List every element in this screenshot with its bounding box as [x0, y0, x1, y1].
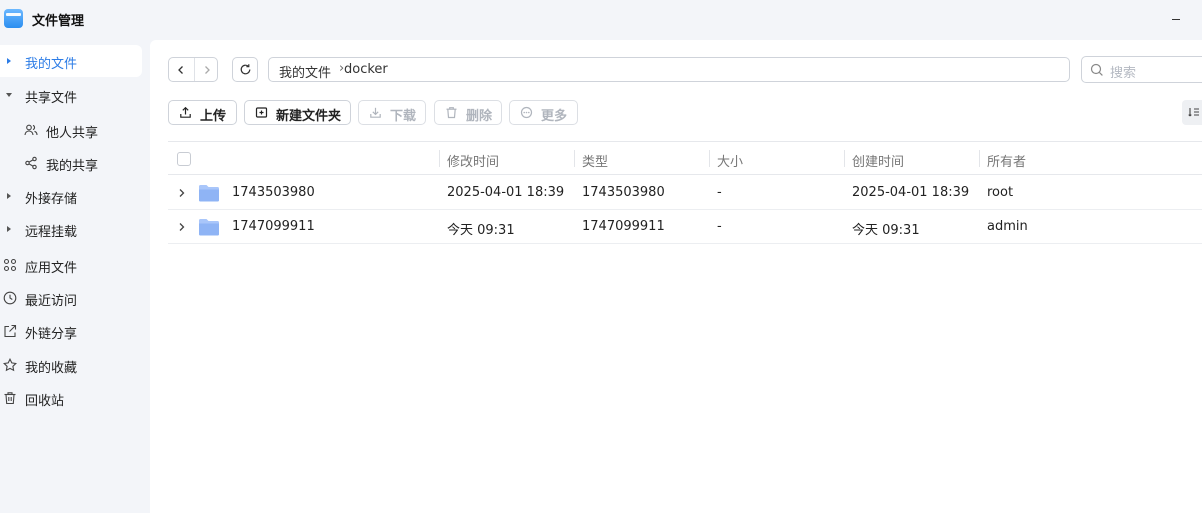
table-row[interactable]: 1743503980 2025-04-01 18:39 1743503980 -… [168, 176, 1202, 210]
table-row[interactable]: 1747099911 今天 09:31 1747099911 - 今天 09:3… [168, 210, 1202, 244]
main-panel: 我的文件 › docker 搜索 上传 新建文件夹 下载 删除 更多 修改时间 … [150, 40, 1202, 513]
sidebar-item-favorites[interactable]: 我的收藏 [0, 349, 142, 381]
chevron-right-icon[interactable] [178, 188, 186, 198]
trash-icon [446, 107, 457, 119]
new-folder-label: 新建文件夹 [276, 109, 342, 124]
upload-label: 上传 [200, 109, 227, 124]
folder-icon [199, 219, 219, 236]
apps-grid-icon [3, 258, 17, 272]
file-name[interactable]: 1747099911 [232, 219, 315, 234]
sidebar-item-recent[interactable]: 最近访问 [0, 282, 142, 314]
external-share-icon [4, 324, 17, 338]
column-divider[interactable] [979, 150, 980, 167]
minimize-button[interactable] [1170, 12, 1184, 26]
upload-button[interactable]: 上传 [168, 100, 237, 125]
history-nav [168, 57, 218, 82]
column-divider[interactable] [439, 150, 440, 167]
download-button[interactable]: 下载 [358, 100, 426, 125]
column-header-type[interactable]: 类型 [582, 151, 608, 170]
app-logo-icon [4, 9, 23, 28]
sidebar-item-shared-by-others[interactable]: 他人共享 [0, 114, 142, 146]
sidebar-item-label: 应用文件 [25, 261, 78, 276]
created-time: 2025-04-01 18:39 [852, 185, 970, 200]
sidebar-item-label: 回收站 [25, 394, 65, 409]
sidebar-item-my-shares[interactable]: 我的共享 [0, 147, 142, 179]
sidebar-item-label: 外接存储 [25, 192, 78, 207]
column-header-size[interactable]: 大小 [717, 151, 743, 170]
star-icon [3, 358, 17, 372]
more-button[interactable]: 更多 [509, 100, 578, 125]
sidebar-item-external-storage[interactable]: 外接存储 [0, 180, 142, 212]
sidebar-item-label: 远程挂载 [25, 225, 78, 240]
sidebar-item-label: 我的文件 [25, 57, 78, 72]
column-header-owner[interactable]: 所有者 [987, 151, 1026, 170]
sidebar-item-label: 最近访问 [25, 294, 78, 309]
owner: admin [987, 219, 1028, 234]
refresh-button[interactable] [232, 57, 258, 82]
column-divider[interactable] [574, 150, 575, 167]
delete-button[interactable]: 删除 [434, 100, 502, 125]
modified-time: 今天 09:31 [447, 223, 515, 238]
new-folder-icon [255, 107, 268, 118]
sidebar-item-remote-mount[interactable]: 远程挂载 [0, 213, 142, 245]
file-size: - [717, 219, 722, 234]
table-header: 修改时间 类型 大小 创建时间 所有者 [168, 141, 1202, 175]
chevron-right-icon[interactable] [178, 222, 186, 232]
file-size: - [717, 185, 722, 200]
caret-right-icon[interactable] [7, 193, 11, 199]
delete-label: 删除 [466, 109, 493, 124]
share-nodes-icon [25, 156, 37, 170]
column-divider[interactable] [709, 150, 710, 167]
upload-icon [180, 106, 191, 118]
app-title: 文件管理 [32, 14, 85, 29]
refresh-icon [240, 64, 250, 75]
sidebar-item-shared-files[interactable]: 共享文件 [0, 79, 142, 111]
file-type: 1747099911 [582, 219, 665, 234]
search-placeholder: 搜索 [1110, 66, 1137, 81]
sidebar-item-link-share[interactable]: 外链分享 [0, 315, 142, 347]
owner: root [987, 185, 1014, 200]
file-name[interactable]: 1743503980 [232, 185, 315, 200]
chevron-right-icon [204, 65, 210, 74]
search-icon [1090, 63, 1103, 76]
file-type: 1743503980 [582, 185, 665, 200]
caret-right-icon[interactable] [7, 226, 11, 232]
select-all-checkbox[interactable] [177, 152, 191, 166]
sidebar-item-label: 他人共享 [46, 126, 99, 141]
breadcrumb-item-current[interactable]: docker [344, 62, 388, 77]
caret-down-icon[interactable] [6, 93, 12, 97]
sort-icon [1188, 108, 1199, 117]
forward-button[interactable] [194, 58, 218, 81]
sidebar-item-recycle-bin[interactable]: 回收站 [0, 382, 142, 414]
folder-icon [199, 185, 219, 202]
column-header-modified[interactable]: 修改时间 [447, 151, 499, 170]
sidebar-item-label: 我的收藏 [25, 361, 78, 376]
more-label: 更多 [541, 109, 568, 124]
sidebar: 我的文件 共享文件 他人共享 我的共享 外接存储 远程挂载 应用文件 最近访问 [0, 40, 150, 513]
caret-right-icon[interactable] [7, 58, 11, 64]
people-icon [24, 124, 38, 136]
chevron-left-icon [178, 65, 183, 74]
sidebar-item-label: 我的共享 [46, 159, 99, 174]
search-input[interactable]: 搜索 [1081, 56, 1202, 83]
title-bar: 文件管理 [0, 0, 1202, 40]
modified-time: 2025-04-01 18:39 [447, 185, 565, 200]
sidebar-item-app-files[interactable]: 应用文件 [0, 249, 142, 281]
download-label: 下载 [390, 109, 417, 124]
column-header-created[interactable]: 创建时间 [852, 151, 904, 170]
new-folder-button[interactable]: 新建文件夹 [244, 100, 351, 125]
column-divider[interactable] [844, 150, 845, 167]
sidebar-item-label: 外链分享 [25, 327, 78, 342]
more-circle-icon [520, 106, 533, 119]
clock-icon [3, 291, 17, 305]
created-time: 今天 09:31 [852, 223, 920, 238]
breadcrumb[interactable]: 我的文件 › docker [268, 57, 1070, 82]
back-button[interactable] [169, 58, 193, 81]
breadcrumb-item-root[interactable]: 我的文件 [279, 62, 331, 81]
trash-icon [4, 392, 16, 405]
sidebar-item-my-files[interactable]: 我的文件 [0, 45, 142, 77]
sort-button[interactable] [1182, 100, 1202, 125]
download-icon [370, 107, 381, 118]
sidebar-item-label: 共享文件 [25, 91, 78, 106]
